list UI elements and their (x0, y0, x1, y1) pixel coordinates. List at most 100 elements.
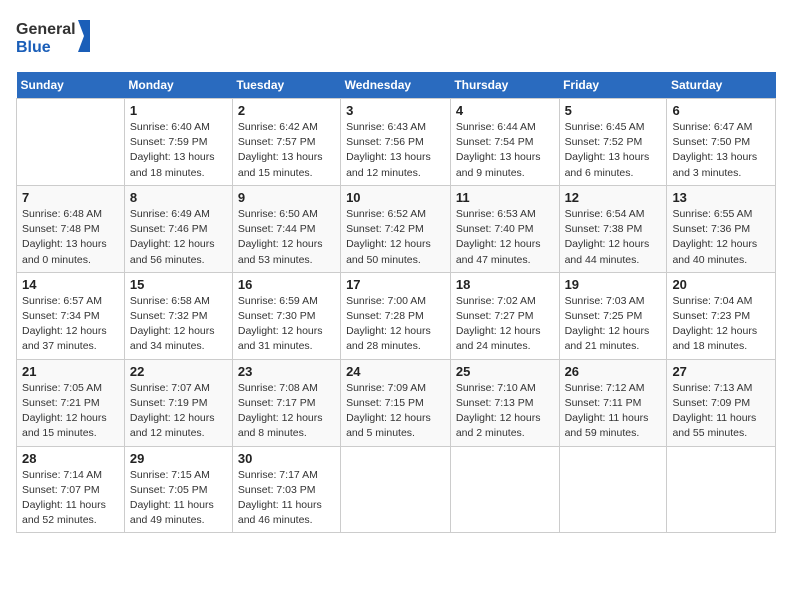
day-number: 7 (22, 190, 119, 205)
day-info: Sunrise: 6:58 AM Sunset: 7:32 PM Dayligh… (130, 294, 227, 355)
day-info: Sunrise: 6:52 AM Sunset: 7:42 PM Dayligh… (346, 207, 445, 268)
day-info: Sunrise: 6:40 AM Sunset: 7:59 PM Dayligh… (130, 120, 227, 181)
header-monday: Monday (124, 72, 232, 99)
day-info: Sunrise: 7:04 AM Sunset: 7:23 PM Dayligh… (672, 294, 770, 355)
day-info: Sunrise: 6:42 AM Sunset: 7:57 PM Dayligh… (238, 120, 335, 181)
calendar-cell: 4 Sunrise: 6:44 AM Sunset: 7:54 PM Daylig… (450, 99, 559, 186)
calendar-cell: 1 Sunrise: 6:40 AM Sunset: 7:59 PM Daylig… (124, 99, 232, 186)
calendar-cell (667, 446, 776, 533)
day-number: 25 (456, 364, 554, 379)
day-number: 28 (22, 451, 119, 466)
day-number: 29 (130, 451, 227, 466)
day-number: 6 (672, 103, 770, 118)
day-number: 2 (238, 103, 335, 118)
day-info: Sunrise: 6:50 AM Sunset: 7:44 PM Dayligh… (238, 207, 335, 268)
calendar-cell: 20 Sunrise: 7:04 AM Sunset: 7:23 PM Dayli… (667, 272, 776, 359)
calendar-week-3: 14 Sunrise: 6:57 AM Sunset: 7:34 PM Dayli… (17, 272, 776, 359)
day-number: 17 (346, 277, 445, 292)
calendar-cell (17, 99, 125, 186)
header-saturday: Saturday (667, 72, 776, 99)
day-number: 23 (238, 364, 335, 379)
day-number: 19 (565, 277, 662, 292)
day-info: Sunrise: 6:57 AM Sunset: 7:34 PM Dayligh… (22, 294, 119, 355)
calendar-cell: 26Sunrise: 7:12 AM Sunset: 7:11 PM Dayli… (559, 359, 667, 446)
day-info: Sunrise: 6:54 AM Sunset: 7:38 PM Dayligh… (565, 207, 662, 268)
day-number: 10 (346, 190, 445, 205)
day-info: Sunrise: 7:02 AM Sunset: 7:27 PM Dayligh… (456, 294, 554, 355)
day-info: Sunrise: 7:07 AM Sunset: 7:19 PM Dayligh… (130, 381, 227, 442)
calendar-cell: 24Sunrise: 7:09 AM Sunset: 7:15 PM Dayli… (341, 359, 451, 446)
calendar-cell (341, 446, 451, 533)
calendar-cell: 17 Sunrise: 7:00 AM Sunset: 7:28 PM Dayli… (341, 272, 451, 359)
calendar-cell: 27 Sunrise: 7:13 AM Sunset: 7:09 PM Dayli… (667, 359, 776, 446)
calendar-cell (559, 446, 667, 533)
svg-text:Blue: Blue (16, 39, 51, 56)
calendar-cell: 11Sunrise: 6:53 AM Sunset: 7:40 PM Dayli… (450, 185, 559, 272)
header-thursday: Thursday (450, 72, 559, 99)
calendar-week-2: 7 Sunrise: 6:48 AM Sunset: 7:48 PM Daylig… (17, 185, 776, 272)
day-info: Sunrise: 7:12 AM Sunset: 7:11 PM Dayligh… (565, 381, 662, 442)
calendar-cell: 9 Sunrise: 6:50 AM Sunset: 7:44 PM Daylig… (232, 185, 340, 272)
calendar-week-1: 1 Sunrise: 6:40 AM Sunset: 7:59 PM Daylig… (17, 99, 776, 186)
day-info: Sunrise: 7:00 AM Sunset: 7:28 PM Dayligh… (346, 294, 445, 355)
calendar-cell: 13 Sunrise: 6:55 AM Sunset: 7:36 PM Dayli… (667, 185, 776, 272)
day-info: Sunrise: 6:55 AM Sunset: 7:36 PM Dayligh… (672, 207, 770, 268)
day-info: Sunrise: 6:44 AM Sunset: 7:54 PM Dayligh… (456, 120, 554, 181)
header-sunday: Sunday (17, 72, 125, 99)
calendar-cell (450, 446, 559, 533)
calendar-cell: 19Sunrise: 7:03 AM Sunset: 7:25 PM Dayli… (559, 272, 667, 359)
calendar-cell: 25 Sunrise: 7:10 AM Sunset: 7:13 PM Dayli… (450, 359, 559, 446)
calendar-cell: 8 Sunrise: 6:49 AM Sunset: 7:46 PM Daylig… (124, 185, 232, 272)
day-number: 24 (346, 364, 445, 379)
day-number: 14 (22, 277, 119, 292)
page-header: GeneralBlue (16, 16, 776, 60)
day-number: 15 (130, 277, 227, 292)
day-number: 8 (130, 190, 227, 205)
day-number: 16 (238, 277, 335, 292)
day-number: 4 (456, 103, 554, 118)
day-info: Sunrise: 7:15 AM Sunset: 7:05 PM Dayligh… (130, 468, 227, 529)
calendar-cell: 6 Sunrise: 6:47 AM Sunset: 7:50 PM Daylig… (667, 99, 776, 186)
day-info: Sunrise: 6:47 AM Sunset: 7:50 PM Dayligh… (672, 120, 770, 181)
calendar-cell: 2 Sunrise: 6:42 AM Sunset: 7:57 PM Daylig… (232, 99, 340, 186)
header-wednesday: Wednesday (341, 72, 451, 99)
day-info: Sunrise: 7:08 AM Sunset: 7:17 PM Dayligh… (238, 381, 335, 442)
day-info: Sunrise: 7:10 AM Sunset: 7:13 PM Dayligh… (456, 381, 554, 442)
day-number: 22 (130, 364, 227, 379)
calendar-header-row: SundayMondayTuesdayWednesdayThursdayFrid… (17, 72, 776, 99)
calendar-cell: 10 Sunrise: 6:52 AM Sunset: 7:42 PM Dayli… (341, 185, 451, 272)
day-info: Sunrise: 7:13 AM Sunset: 7:09 PM Dayligh… (672, 381, 770, 442)
day-info: Sunrise: 6:43 AM Sunset: 7:56 PM Dayligh… (346, 120, 445, 181)
calendar-cell: 22 Sunrise: 7:07 AM Sunset: 7:19 PM Dayli… (124, 359, 232, 446)
calendar-cell: 30 Sunrise: 7:17 AM Sunset: 7:03 PM Dayli… (232, 446, 340, 533)
calendar-cell: 21Sunrise: 7:05 AM Sunset: 7:21 PM Dayli… (17, 359, 125, 446)
day-info: Sunrise: 6:59 AM Sunset: 7:30 PM Dayligh… (238, 294, 335, 355)
day-number: 30 (238, 451, 335, 466)
day-number: 18 (456, 277, 554, 292)
day-info: Sunrise: 6:49 AM Sunset: 7:46 PM Dayligh… (130, 207, 227, 268)
day-info: Sunrise: 7:17 AM Sunset: 7:03 PM Dayligh… (238, 468, 335, 529)
day-number: 1 (130, 103, 227, 118)
calendar-cell: 16 Sunrise: 6:59 AM Sunset: 7:30 PM Dayli… (232, 272, 340, 359)
calendar-cell: 28Sunrise: 7:14 AM Sunset: 7:07 PM Dayli… (17, 446, 125, 533)
calendar-cell: 3 Sunrise: 6:43 AM Sunset: 7:56 PM Daylig… (341, 99, 451, 186)
day-number: 20 (672, 277, 770, 292)
calendar-cell: 7 Sunrise: 6:48 AM Sunset: 7:48 PM Daylig… (17, 185, 125, 272)
logo-svg: GeneralBlue (16, 16, 96, 60)
day-number: 3 (346, 103, 445, 118)
calendar-table: SundayMondayTuesdayWednesdayThursdayFrid… (16, 72, 776, 533)
day-number: 27 (672, 364, 770, 379)
day-number: 5 (565, 103, 662, 118)
day-number: 13 (672, 190, 770, 205)
calendar-cell: 5Sunrise: 6:45 AM Sunset: 7:52 PM Daylig… (559, 99, 667, 186)
day-number: 21 (22, 364, 119, 379)
calendar-cell: 18 Sunrise: 7:02 AM Sunset: 7:27 PM Dayli… (450, 272, 559, 359)
day-number: 9 (238, 190, 335, 205)
calendar-cell: 12Sunrise: 6:54 AM Sunset: 7:38 PM Dayli… (559, 185, 667, 272)
svg-text:General: General (16, 21, 76, 38)
header-friday: Friday (559, 72, 667, 99)
day-info: Sunrise: 6:48 AM Sunset: 7:48 PM Dayligh… (22, 207, 119, 268)
logo: GeneralBlue (16, 16, 96, 60)
calendar-cell: 14 Sunrise: 6:57 AM Sunset: 7:34 PM Dayli… (17, 272, 125, 359)
calendar-week-4: 21Sunrise: 7:05 AM Sunset: 7:21 PM Dayli… (17, 359, 776, 446)
